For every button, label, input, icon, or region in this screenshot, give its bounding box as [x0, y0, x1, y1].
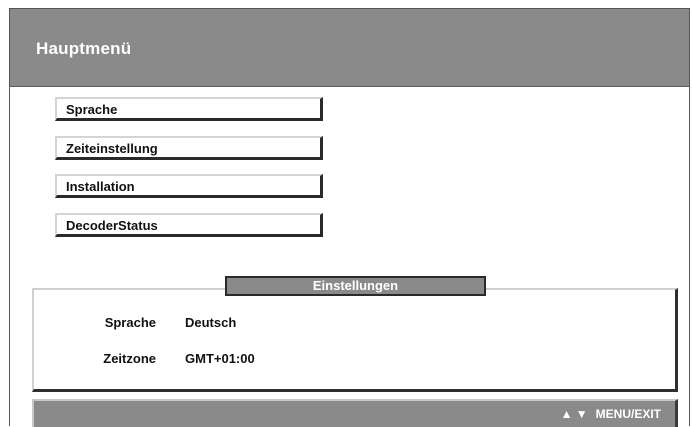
up-down-arrows-icon: ▲ ▼: [560, 407, 588, 421]
menu-item-label: Installation: [66, 179, 135, 194]
menu-item-label: DecoderStatus: [66, 218, 158, 233]
main-menu-window: Hauptmenü Sprache Zeiteinstellung Instal…: [9, 8, 690, 427]
menu-item-installation[interactable]: Installation: [55, 174, 323, 198]
menu-item-sprache[interactable]: Sprache: [55, 97, 323, 121]
menu-item-zeiteinstellung[interactable]: Zeiteinstellung: [55, 136, 323, 160]
navigation-hint: ▲ ▼ MENU/EXIT: [561, 407, 661, 421]
setting-label-sprache: Sprache: [104, 315, 156, 330]
page-title: Hauptmenü: [36, 39, 132, 58]
menu-item-label: Sprache: [66, 102, 118, 117]
menu-item-label: Zeiteinstellung: [66, 141, 158, 156]
setting-value-sprache: Deutsch: [185, 315, 237, 330]
header-bar: Hauptmenü: [10, 9, 689, 87]
footer-bar: ▲ ▼ MENU/EXIT: [32, 399, 678, 427]
setting-label-zeitzone: Zeitzone: [103, 351, 156, 366]
settings-panel-title: Einstellungen: [225, 276, 486, 296]
menu-exit-hint: MENU/EXIT: [595, 407, 661, 421]
menu-item-decoderstatus[interactable]: DecoderStatus: [55, 213, 323, 237]
settings-panel: [32, 288, 678, 392]
setting-value-zeitzone: GMT+01:00: [185, 351, 255, 366]
